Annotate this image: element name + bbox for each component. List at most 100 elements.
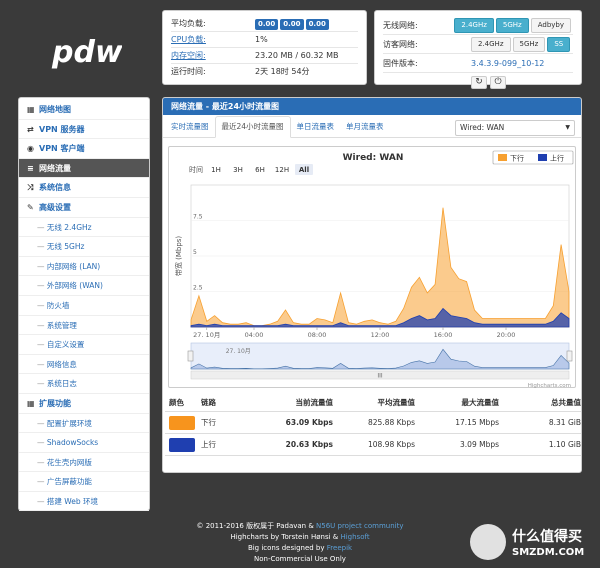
uplink-max: 3.09 Mbps bbox=[460, 440, 499, 449]
sidebar-item-label: ShadowSocks bbox=[46, 438, 99, 448]
sidebar-item-18[interactable]: 花生壳内网版 bbox=[19, 453, 149, 473]
vpn-client-icon: ◉ bbox=[27, 144, 34, 154]
range-label: 时间 bbox=[189, 165, 203, 174]
range-button-3H[interactable]: 3H bbox=[233, 166, 243, 174]
wireless-24ghz-button[interactable]: 2.4GHz bbox=[454, 17, 494, 33]
sidebar-item-label: 无线 2.4GHz bbox=[46, 222, 92, 232]
interface-select-value: Wired: WAN bbox=[460, 123, 505, 132]
range-button-1H[interactable]: 1H bbox=[211, 166, 221, 174]
sidebar-item-13[interactable]: 网络信息 bbox=[19, 355, 149, 375]
downlink-label: 下行 bbox=[201, 418, 216, 427]
sidebar-item-14[interactable]: 系统日志 bbox=[19, 374, 149, 394]
range-button-6H[interactable]: 6H bbox=[255, 166, 265, 174]
header-total: 总共量值 bbox=[551, 398, 581, 407]
sidebar-item-3[interactable]: ≡ 网络流量 bbox=[19, 158, 149, 179]
sidebar-item-label: 系统管理 bbox=[46, 320, 77, 330]
header-color: 颜色 bbox=[169, 398, 184, 407]
uplink-average: 108.98 Kbps bbox=[368, 440, 415, 449]
sidebar-item-label: 系统信息 bbox=[39, 183, 71, 193]
downlink-swatch bbox=[169, 415, 195, 430]
sidebar-item-6[interactable]: 无线 2.4GHz bbox=[19, 218, 149, 238]
sidebar-item-12[interactable]: 自定义设置 bbox=[19, 335, 149, 355]
firmware-version[interactable]: 3.4.3.9-099_10-12 bbox=[471, 59, 544, 68]
sidebar-item-19[interactable]: 广告屏蔽功能 bbox=[19, 472, 149, 492]
smzdm-watermark: 什么值得买 SMZDM.COM bbox=[470, 520, 595, 566]
sidebar-item-label: 无线 5GHz bbox=[46, 242, 85, 252]
shuffle-icon: ⤨ bbox=[27, 183, 34, 193]
sidebar-item-1[interactable]: ⇄ VPN 服务器 bbox=[19, 120, 149, 140]
scrollbar-grip-icon: III bbox=[377, 373, 383, 380]
sidebar-item-11[interactable]: 系统管理 bbox=[19, 316, 149, 336]
panel-header: 网络流量 - 最近24小时流量图 bbox=[163, 98, 581, 115]
sitemap-icon: ▦ bbox=[27, 105, 35, 114]
tab-monthly[interactable]: 单月流量表 bbox=[340, 117, 390, 137]
uplink-swatch bbox=[169, 437, 195, 452]
traffic-stats-table: 颜色 链路 当前流量值 平均流量值 最大流量值 总共量值 下行 63.09 Kb… bbox=[165, 394, 581, 456]
range-button-All[interactable]: All bbox=[299, 166, 309, 174]
sidebar-item-label: 搭建 Web 环境 bbox=[46, 496, 99, 506]
freepik-link[interactable]: Freepik bbox=[327, 544, 352, 552]
chart-title: Wired: WAN bbox=[343, 153, 404, 163]
table-row: 上行 20.63 Kbps 108.98 Kbps 3.09 Mbps 1.10… bbox=[165, 434, 581, 456]
y-tick-2: 7.5 bbox=[193, 214, 203, 221]
uplink-label: 上行 bbox=[201, 440, 216, 449]
community-link[interactable]: N56U project community bbox=[316, 522, 404, 530]
svg-text:pdw: pdw bbox=[51, 35, 122, 70]
sidebar-item-4[interactable]: ⤨ 系统信息 bbox=[19, 178, 149, 198]
ss-button[interactable]: SS bbox=[547, 36, 571, 52]
sidebar-item-7[interactable]: 无线 5GHz bbox=[19, 237, 149, 257]
cpu-link[interactable]: CPU负载: bbox=[171, 32, 255, 47]
sidebar-item-5[interactable]: ✎ 高级设置 bbox=[19, 198, 149, 218]
traffic-panel: 网络流量 - 最近24小时流量图 实时流量图 最近24小时流量图 单日流量表 单… bbox=[162, 97, 582, 473]
guest-5ghz-button[interactable]: 5GHz bbox=[512, 36, 546, 52]
sidebar-item-10[interactable]: 防火墙 bbox=[19, 296, 149, 316]
y-axis-label: 带宽 (Mbps) bbox=[174, 236, 183, 277]
x-tick-5: 20:00 bbox=[497, 331, 516, 339]
footer-icons: Big icons designed by bbox=[247, 544, 325, 552]
sidebar-item-15[interactable]: ▦ 扩展功能 bbox=[19, 394, 149, 414]
range-button-12H[interactable]: 12H bbox=[275, 166, 289, 174]
sidebar-item-16[interactable]: 配置扩展环境 bbox=[19, 414, 149, 434]
legend-swatch-0 bbox=[498, 154, 507, 161]
sidebar-item-8[interactable]: 内部网络 (LAN) bbox=[19, 257, 149, 277]
tab-realtime[interactable]: 实时流量图 bbox=[165, 117, 215, 137]
legend-swatch-1 bbox=[538, 154, 547, 161]
wireless-panel: 无线网络: 2.4GHz 5GHz Adbyby 访客网络: 2.4GHz 5GHz S… bbox=[374, 10, 582, 89]
watermark-text: 什么值得买 bbox=[512, 529, 582, 545]
watermark-logo-icon bbox=[470, 524, 506, 560]
wireless-5ghz-button[interactable]: 5GHz bbox=[495, 17, 529, 33]
sidebar-item-2[interactable]: ◉ VPN 客户端 bbox=[19, 139, 149, 159]
highsoft-link[interactable]: Highsoft bbox=[340, 533, 369, 541]
wrench-icon: ✎ bbox=[27, 202, 34, 212]
load-15min: 0.00 bbox=[305, 19, 329, 30]
uptime-value: 2天 18时 54分 bbox=[255, 67, 310, 76]
load-5min: 0.00 bbox=[280, 19, 304, 30]
adbyby-button[interactable]: Adbyby bbox=[530, 17, 571, 33]
traffic-icon: ≡ bbox=[27, 163, 34, 173]
power-icon[interactable]: ⏻ bbox=[490, 76, 506, 89]
padavan-logo: pdw bbox=[51, 35, 122, 70]
tab-daily[interactable]: 单日流量表 bbox=[291, 117, 341, 137]
memory-value: 23.20 MB / 60.32 MB bbox=[255, 51, 339, 60]
sidebar-item-20[interactable]: 搭建 Web 环境 bbox=[19, 492, 149, 512]
x-tick-4: 16:00 bbox=[434, 331, 453, 339]
y-tick-0: 2.5 bbox=[193, 285, 203, 292]
sidebar-item-9[interactable]: 外部网络 (WAN) bbox=[19, 276, 149, 296]
tab-24h[interactable]: 最近24小时流量图 bbox=[214, 116, 291, 138]
refresh-icon[interactable]: ↻ bbox=[471, 76, 487, 89]
y-tick-1: 5 bbox=[193, 249, 197, 256]
sidebar-item-17[interactable]: ShadowSocks bbox=[19, 433, 149, 453]
wireless-label: 无线网络: bbox=[383, 20, 418, 30]
downlink-total: 8.31 GiB bbox=[548, 418, 581, 427]
sidebar-item-label: 花生壳内网版 bbox=[46, 457, 92, 467]
header-link: 链路 bbox=[201, 398, 216, 407]
guest-24ghz-button[interactable]: 2.4GHz bbox=[471, 36, 511, 52]
sidebar-item-label: 防火墙 bbox=[46, 300, 70, 310]
sidebar-item-0[interactable]: ▦ 网络地图 bbox=[19, 100, 149, 120]
interface-select[interactable]: Wired: WAN ▼ bbox=[455, 120, 575, 136]
legend-label-1: 上行 bbox=[550, 154, 564, 163]
system-status-panel: 平均负载: 0.00 0.00 0.00 CPU负载: 1% 内存空闲: 23.20 M… bbox=[162, 10, 367, 85]
load-1min: 0.00 bbox=[255, 19, 279, 30]
memory-link[interactable]: 内存空闲: bbox=[171, 48, 255, 63]
sidebar-item-label: 外部网络 (WAN) bbox=[46, 281, 103, 291]
